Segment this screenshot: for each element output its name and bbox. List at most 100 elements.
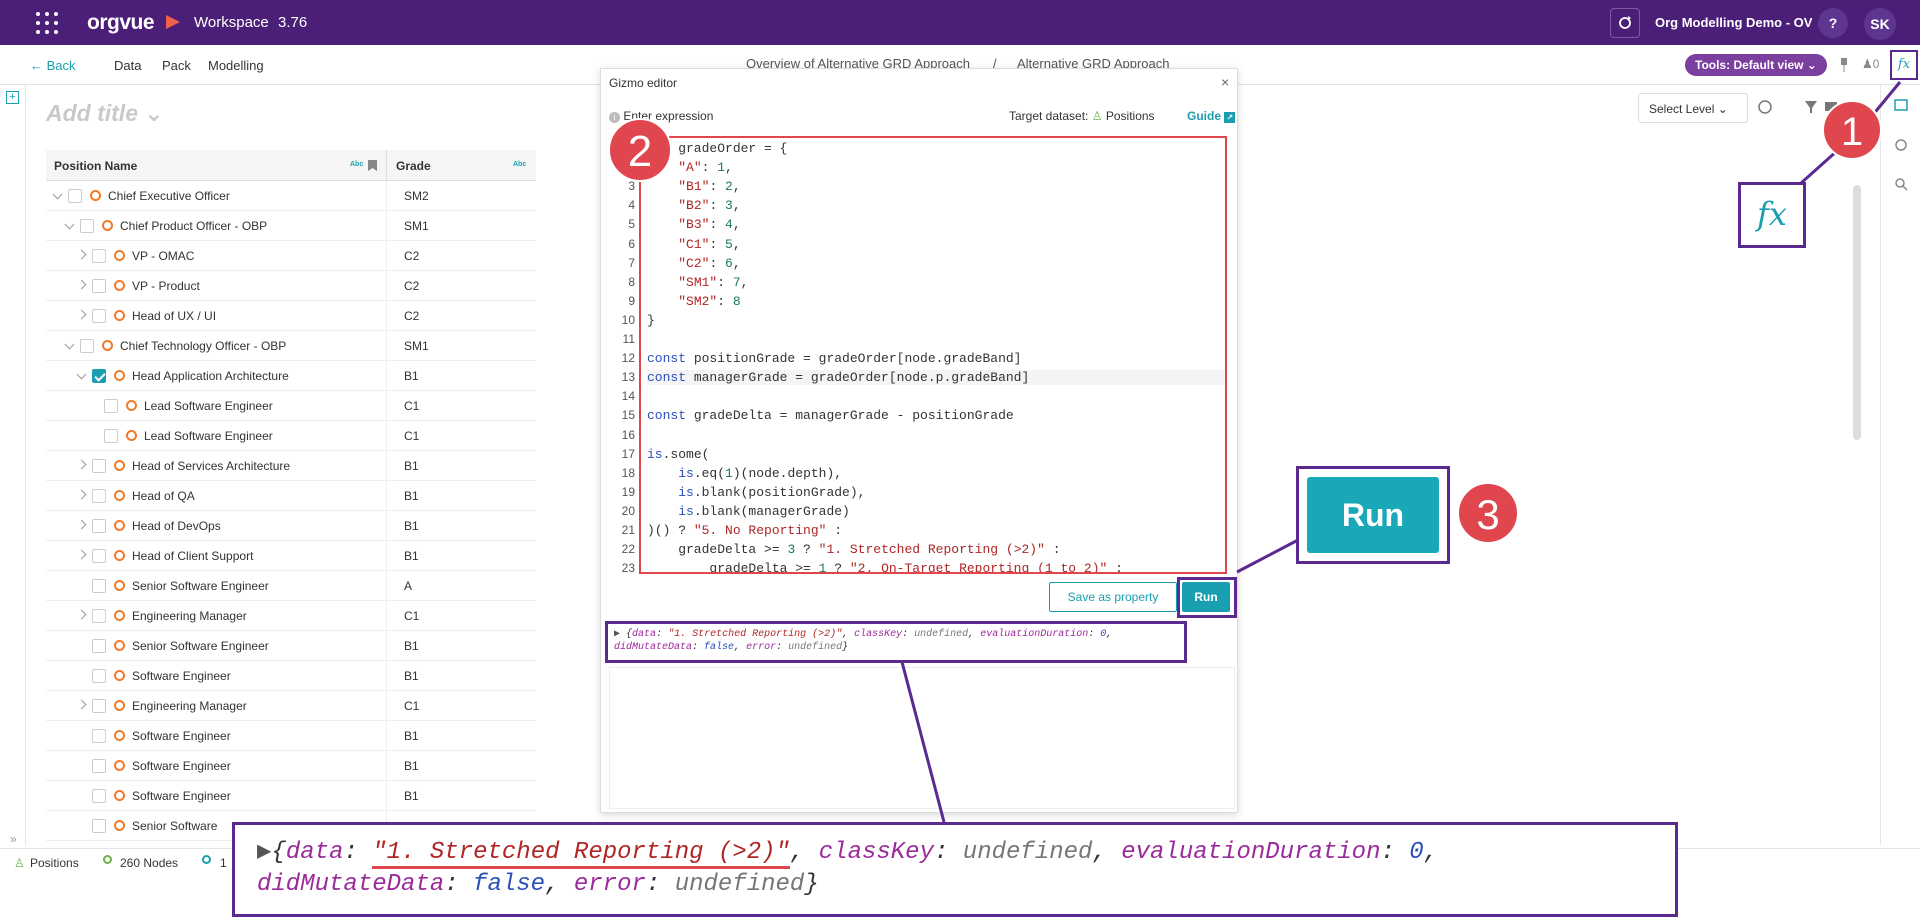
chevron-right-icon[interactable] <box>76 309 87 320</box>
nav-data[interactable]: Data <box>114 58 141 73</box>
table-row[interactable]: Head of UX / UI C2 <box>46 301 536 331</box>
row-checkbox[interactable] <box>68 189 82 203</box>
select-level-dropdown[interactable]: Select Level ⌄ <box>1638 93 1748 123</box>
row-checkbox[interactable] <box>92 699 106 713</box>
table-row[interactable]: Head of QA B1 <box>46 481 536 511</box>
code-line: "C2": 6, <box>678 255 741 271</box>
help-button[interactable]: ? <box>1818 8 1848 38</box>
node-icon <box>114 730 125 741</box>
table-row[interactable]: VP - OMAC C2 <box>46 241 536 271</box>
row-checkbox[interactable] <box>92 609 106 623</box>
table-row[interactable]: Head of DevOps B1 <box>46 511 536 541</box>
table-row[interactable]: Engineering Manager C1 <box>46 601 536 631</box>
table-row[interactable]: Software Engineer B1 <box>46 751 536 781</box>
row-checkbox[interactable] <box>92 579 106 593</box>
row-checkbox[interactable] <box>104 399 118 413</box>
close-button[interactable]: × <box>1221 74 1229 90</box>
project-name[interactable]: Org Modelling Demo - OV <box>1655 15 1812 30</box>
table-row[interactable]: Software Engineer B1 <box>46 661 536 691</box>
row-checkbox[interactable] <box>92 819 106 833</box>
chevron-right-icon[interactable] <box>76 699 87 710</box>
row-checkbox[interactable] <box>92 669 106 683</box>
table-row[interactable]: Lead Software Engineer C1 <box>46 391 536 421</box>
table-row[interactable]: Head of Services Architecture B1 <box>46 451 536 481</box>
row-checkbox[interactable] <box>92 369 106 383</box>
position-name-cell: Head of QA <box>132 489 195 503</box>
row-checkbox[interactable] <box>92 639 106 653</box>
table-row[interactable]: Chief Technology Officer - OBP SM1 <box>46 331 536 361</box>
guide-link[interactable]: Guide ↗ <box>1187 109 1236 123</box>
code-editor[interactable]: gradeOrder = { "A": 1, "B1": 2, "B2": 3,… <box>639 136 1227 574</box>
table-row[interactable]: Chief Product Officer - OBP SM1 <box>46 211 536 241</box>
position-name-cell: Head of Services Architecture <box>132 459 291 473</box>
row-checkbox[interactable] <box>92 279 106 293</box>
node-icon <box>90 190 101 201</box>
chevron-right-icon[interactable] <box>76 549 87 560</box>
expand-panel-icon[interactable]: » <box>10 832 17 846</box>
chevron-right-icon[interactable] <box>76 489 87 500</box>
chevron-right-icon[interactable] <box>76 609 87 620</box>
row-checkbox[interactable] <box>92 729 106 743</box>
row-checkbox[interactable] <box>92 309 106 323</box>
row-checkbox[interactable] <box>92 789 106 803</box>
save-as-property-button[interactable]: Save as property <box>1049 582 1177 612</box>
table-row[interactable]: Head Application Architecture B1 <box>46 361 536 391</box>
table-row[interactable]: Software Engineer B1 <box>46 781 536 811</box>
add-panel-icon[interactable]: + <box>6 91 19 104</box>
table-row[interactable]: Software Engineer B1 <box>46 721 536 751</box>
table-row[interactable]: Engineering Manager C1 <box>46 691 536 721</box>
chevron-right-icon[interactable] <box>76 279 87 290</box>
table-row[interactable]: Lead Software Engineer C1 <box>46 421 536 451</box>
column-grade[interactable]: Grade <box>396 159 431 173</box>
chevron-down-icon[interactable] <box>76 369 87 380</box>
row-checkbox[interactable] <box>104 429 118 443</box>
right-panel-strip <box>1880 85 1920 845</box>
fx-button[interactable]: fx <box>1890 50 1918 80</box>
circle-icon[interactable] <box>1894 138 1908 152</box>
row-checkbox[interactable] <box>92 549 106 563</box>
chevron-down-icon[interactable] <box>52 189 63 200</box>
tools-view-dropdown[interactable]: Tools: Default view ⌄ <box>1685 54 1827 76</box>
run-button[interactable]: Run <box>1182 582 1230 612</box>
chevron-down-icon[interactable] <box>64 339 75 350</box>
row-checkbox[interactable] <box>92 519 106 533</box>
grade-cell: B1 <box>404 759 419 773</box>
table-row[interactable]: Chief Executive Officer SM2 <box>46 181 536 211</box>
row-checkbox[interactable] <box>92 249 106 263</box>
column-position-name[interactable]: Position Name <box>54 159 137 173</box>
node-icon <box>114 670 125 681</box>
row-checkbox[interactable] <box>92 759 106 773</box>
refresh-button[interactable] <box>1610 8 1640 38</box>
table-row[interactable]: VP - Product C2 <box>46 271 536 301</box>
table-row[interactable]: Head of Client Support B1 <box>46 541 536 571</box>
dataset-label[interactable]: Positions <box>30 856 79 870</box>
vertical-scrollbar[interactable] <box>1853 185 1861 440</box>
bookmark-icon[interactable] <box>368 160 377 171</box>
row-checkbox[interactable] <box>92 489 106 503</box>
chevron-down-icon[interactable] <box>64 219 75 230</box>
pin-icon[interactable] <box>1837 57 1851 73</box>
chevron-right-icon[interactable] <box>76 249 87 260</box>
nav-modelling[interactable]: Modelling <box>208 58 264 73</box>
chevron-right-icon[interactable] <box>76 459 87 470</box>
code-line: } <box>647 312 655 328</box>
search-icon[interactable] <box>1894 177 1908 191</box>
position-name-cell: Software Engineer <box>132 759 231 773</box>
chevron-right-icon[interactable] <box>76 519 87 530</box>
row-checkbox[interactable] <box>80 339 94 353</box>
add-title[interactable]: Add title ⌄ <box>46 100 164 127</box>
line-number: 7 <box>628 255 635 270</box>
nodes-icon <box>103 855 112 864</box>
panel-icon[interactable] <box>1894 98 1908 112</box>
app-grid-icon[interactable] <box>36 12 58 34</box>
node-icon <box>114 610 125 621</box>
node-icon <box>114 370 125 381</box>
table-row[interactable]: Senior Software Engineer B1 <box>46 631 536 661</box>
nav-pack[interactable]: Pack <box>162 58 191 73</box>
grade-cell: C1 <box>404 429 420 443</box>
back-link[interactable]: ← Back <box>30 58 76 73</box>
row-checkbox[interactable] <box>92 459 106 473</box>
row-checkbox[interactable] <box>80 219 94 233</box>
table-row[interactable]: Senior Software Engineer A <box>46 571 536 601</box>
user-avatar[interactable]: SK <box>1864 8 1896 40</box>
